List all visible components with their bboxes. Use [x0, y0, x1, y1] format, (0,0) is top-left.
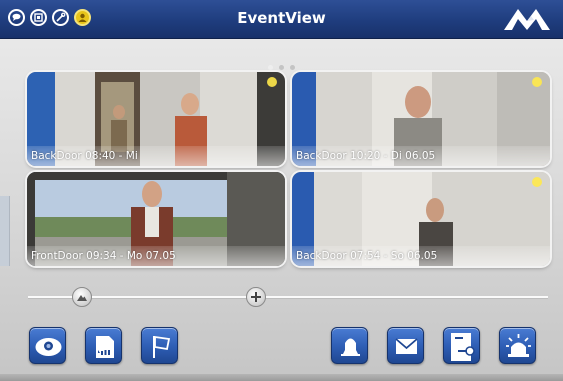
- event-thumbnail[interactable]: BackDoor 10:20 - Di 06.05: [292, 72, 550, 166]
- event-thumbnail[interactable]: FrontDoor 09:34 - Mo 07.05: [27, 172, 285, 266]
- mountain-icon[interactable]: [72, 287, 92, 307]
- sd-card-button[interactable]: [85, 327, 122, 364]
- door-key-button[interactable]: [443, 327, 480, 364]
- plus-icon[interactable]: [246, 287, 266, 307]
- bell-button[interactable]: [331, 327, 368, 364]
- flag-icon: [153, 335, 171, 358]
- mail-icon: [395, 338, 418, 354]
- event-caption: BackDoor 08:40 - Mi: [27, 146, 285, 166]
- door-key-icon: [451, 333, 475, 361]
- page-title: EventView: [237, 9, 326, 27]
- mobotix-logo: [504, 9, 550, 30]
- bell-icon: [341, 338, 360, 356]
- page-dot[interactable]: [268, 65, 273, 70]
- alarm-light-icon: [506, 334, 531, 357]
- timeline-track[interactable]: [28, 296, 548, 299]
- flag-button[interactable]: [141, 327, 178, 364]
- event-thumbnail[interactable]: BackDoor 08:40 - Mi: [27, 72, 285, 166]
- title-bar: EventView: [0, 0, 563, 39]
- page-dot[interactable]: [279, 65, 284, 70]
- recording-indicator: [267, 77, 277, 87]
- event-caption: BackDoor 10:20 - Di 06.05: [292, 146, 550, 166]
- alarm-light-button[interactable]: [499, 327, 536, 364]
- camera-dome-button[interactable]: [29, 327, 66, 364]
- event-caption: FrontDoor 09:34 - Mo 07.05: [27, 246, 285, 266]
- event-caption: BackDoor 07:54 - So 06.05: [292, 246, 550, 266]
- camera-dome-icon: [35, 338, 62, 356]
- side-panel-handle[interactable]: [0, 196, 10, 266]
- recording-indicator: [532, 77, 542, 87]
- sd-card-icon: [96, 336, 114, 358]
- recording-indicator: [532, 177, 542, 187]
- event-thumbnail[interactable]: BackDoor 07:54 - So 06.05: [292, 172, 550, 266]
- mail-button[interactable]: [387, 327, 424, 364]
- page-dot[interactable]: [290, 65, 295, 70]
- footer-strip: [0, 374, 563, 381]
